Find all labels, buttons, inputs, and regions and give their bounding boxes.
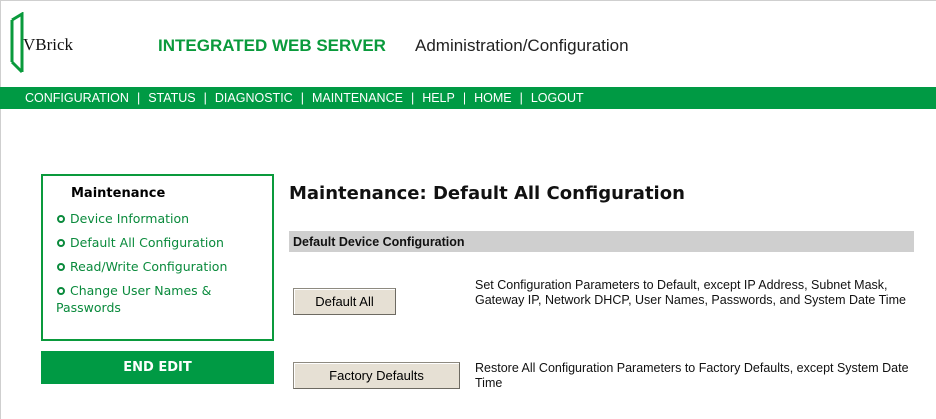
sidebar-link-default-all-configuration[interactable]: Default All Configuration — [56, 234, 272, 251]
app-title: INTEGRATED WEB SERVER — [158, 36, 386, 55]
nav-help[interactable]: HELP — [422, 91, 455, 105]
default-all-button[interactable]: Default All — [293, 288, 396, 315]
end-edit-button[interactable]: END EDIT — [41, 351, 274, 384]
nav-separator: | — [203, 91, 207, 105]
default-all-description: Set Configuration Parameters to Default,… — [475, 278, 906, 307]
sidebar-link-label-cont: Passwords — [56, 300, 121, 315]
sidebar-link-label: Read/Write Configuration — [70, 259, 228, 274]
nav-separator: | — [300, 91, 304, 105]
section-header: Default Device Configuration — [289, 231, 914, 252]
sidebar-link-read-write-configuration[interactable]: Read/Write Configuration — [56, 258, 272, 275]
app-subtitle: Administration/Configuration — [415, 36, 629, 55]
logo-text: VBrick — [23, 35, 74, 54]
main-nav: CONFIGURATION | STATUS | DIAGNOSTIC | MA… — [0, 87, 936, 109]
nav-separator: | — [136, 91, 141, 105]
bullet-icon — [57, 215, 65, 223]
bullet-icon — [57, 263, 65, 271]
page-title: Maintenance: Default All Configuration — [289, 183, 685, 204]
factory-defaults-button[interactable]: Factory Defaults — [293, 362, 460, 389]
nav-diagnostic[interactable]: DIAGNOSTIC — [215, 91, 293, 105]
page-header: VBrick INTEGRATED WEB SERVER Administrat… — [0, 0, 936, 87]
nav-home[interactable]: HOME — [474, 91, 512, 105]
sidebar-link-label: Default All Configuration — [70, 235, 224, 250]
sidebar-link-device-information[interactable]: Device Information — [56, 210, 272, 227]
bullet-icon — [57, 239, 65, 247]
nav-logout[interactable]: LOGOUT — [531, 91, 584, 105]
nav-separator: | — [462, 91, 467, 105]
section-header-label: Default Device Configuration — [293, 234, 465, 249]
nav-status[interactable]: STATUS — [148, 91, 195, 105]
nav-maintenance[interactable]: MAINTENANCE — [312, 91, 403, 105]
bullet-icon — [57, 287, 65, 295]
nav-configuration[interactable]: CONFIGURATION — [25, 91, 129, 105]
vbrick-logo[interactable]: VBrick — [10, 12, 80, 74]
maintenance-sidebar: Maintenance Device Information Default A… — [41, 174, 274, 341]
sidebar-link-change-user-names[interactable]: Change User Names & Passwords — [56, 282, 272, 316]
sidebar-link-label: Device Information — [70, 211, 190, 226]
factory-defaults-description: Restore All Configuration Parameters to … — [475, 361, 909, 390]
nav-separator: | — [519, 91, 523, 105]
sidebar-title: Maintenance — [71, 186, 166, 201]
nav-separator: | — [410, 91, 415, 105]
sidebar-link-label: Change User Names & — [70, 283, 212, 298]
sidebar-links: Device Information Default All Configura… — [56, 210, 272, 316]
